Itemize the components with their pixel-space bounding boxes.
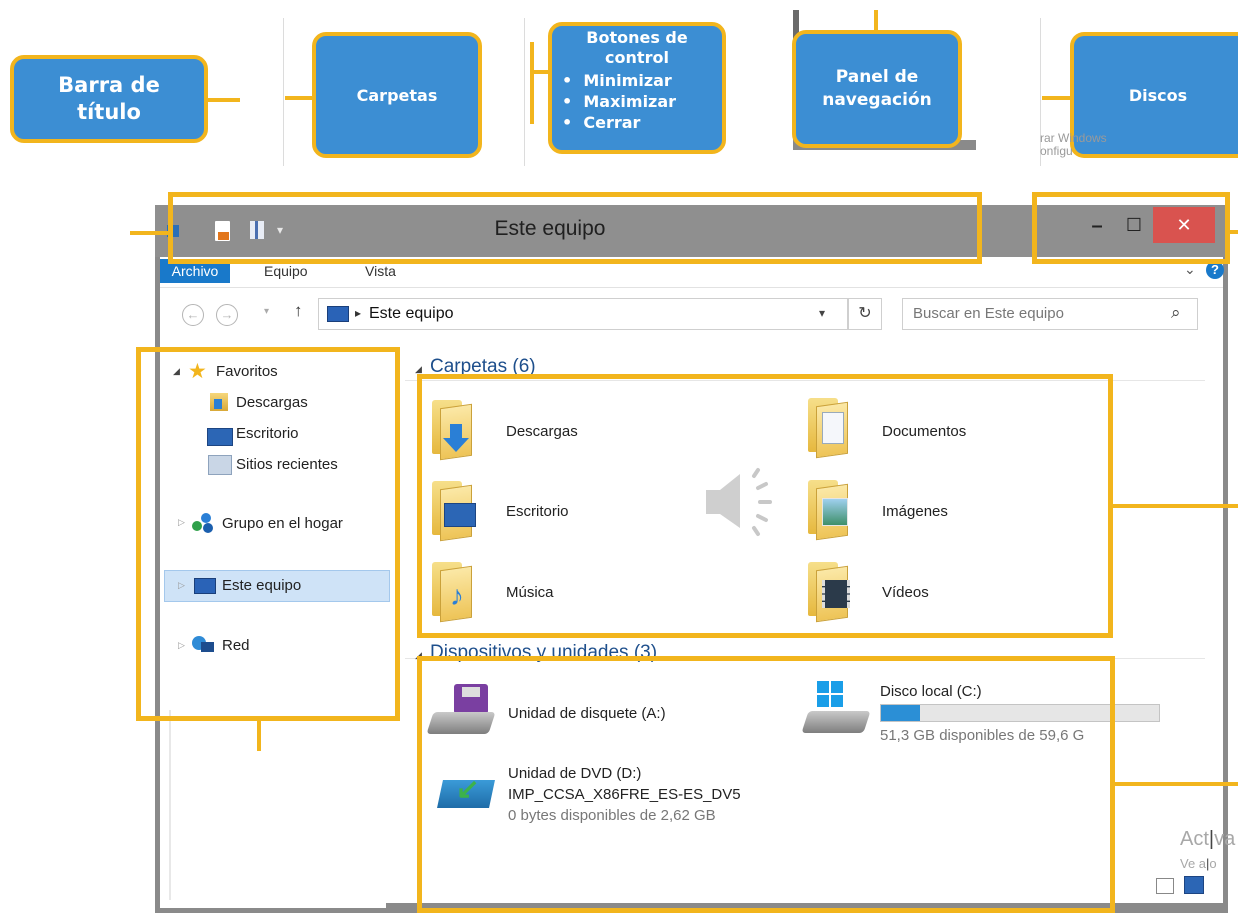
search-placeholder: Buscar en Este equipo	[913, 305, 1064, 322]
address-box[interactable]: ▸ Este equipo ▾	[318, 298, 848, 330]
highlight-folders	[417, 374, 1113, 638]
callout-control-item: • Maximizar	[562, 92, 677, 111]
callout-connector	[1113, 504, 1238, 508]
tab-equipo[interactable]: Equipo	[264, 263, 308, 279]
forward-icon[interactable]: →	[216, 304, 238, 326]
callout-control-buttons-title: Botones de control	[586, 28, 688, 67]
computer-icon	[327, 306, 349, 322]
large-icons-view-icon[interactable]	[1184, 876, 1204, 894]
highlight-control-buttons	[1032, 192, 1230, 264]
details-view-icon[interactable]	[1156, 878, 1174, 894]
activation-watermark-bottom-2: Ve a|o	[1180, 856, 1217, 871]
callout-connector	[874, 10, 878, 32]
callout-connector	[257, 721, 261, 751]
callout-control-buttons: Botones de control • Minimizar • Maximiz…	[548, 22, 726, 154]
divider-line	[283, 18, 284, 166]
tab-vista[interactable]: Vista	[365, 263, 396, 279]
callout-connector	[1042, 96, 1070, 100]
activation-watermark-bottom: Act|va	[1180, 828, 1236, 850]
divider-line	[524, 18, 525, 166]
callout-disks-text: Discos	[1128, 85, 1188, 105]
callout-connector	[1115, 782, 1238, 786]
callout-title-bar-text: Barra de título	[58, 73, 160, 124]
callout-control-item: • Cerrar	[562, 113, 641, 132]
up-icon[interactable]: ↑	[294, 301, 303, 321]
highlight-disks	[417, 656, 1115, 913]
watermark-text: Act	[1180, 828, 1209, 850]
highlight-title-bar	[168, 192, 982, 264]
breadcrumb-separator-icon: ▸	[355, 306, 362, 320]
refresh-icon[interactable]: ↻	[848, 298, 882, 330]
callout-nav-panel-text: Panel de navegación	[822, 67, 932, 110]
activation-watermark-top: rar Windows onfigu	[1040, 132, 1107, 158]
address-bar-area: ← → ▾ ↑ ▸ Este equipo ▾ ↻ Buscar en Este…	[160, 288, 1223, 343]
watermark-text: o	[1209, 856, 1217, 871]
callout-connector	[130, 231, 168, 235]
callout-connector	[530, 70, 550, 74]
callout-control-buttons-list: • Minimizar • Maximizar • Cerrar	[562, 70, 712, 133]
watermark-text: va	[1214, 828, 1236, 850]
callout-folders: Carpetas	[312, 32, 482, 158]
callout-connector	[208, 98, 240, 102]
recent-locations-icon[interactable]: ▾	[264, 306, 269, 317]
callout-control-item: • Minimizar	[562, 71, 672, 90]
callout-connector	[285, 96, 312, 100]
callout-connector	[530, 42, 534, 124]
callout-nav-panel: Panel de navegación	[792, 30, 962, 148]
highlight-nav-panel	[136, 347, 400, 721]
search-input[interactable]: Buscar en Este equipo ⌕	[902, 298, 1198, 330]
watermark-text: onfigu	[1040, 144, 1073, 158]
address-dropdown-icon[interactable]: ▾	[819, 306, 825, 320]
watermark-text: Ve a	[1180, 856, 1207, 871]
search-icon[interactable]: ⌕	[1171, 303, 1181, 323]
callout-title-bar: Barra de título	[10, 55, 208, 143]
back-icon[interactable]: ←	[182, 304, 204, 326]
breadcrumb-item[interactable]: Este equipo	[369, 305, 454, 323]
callout-connector	[1230, 230, 1238, 234]
callout-folders-text: Carpetas	[356, 85, 438, 105]
